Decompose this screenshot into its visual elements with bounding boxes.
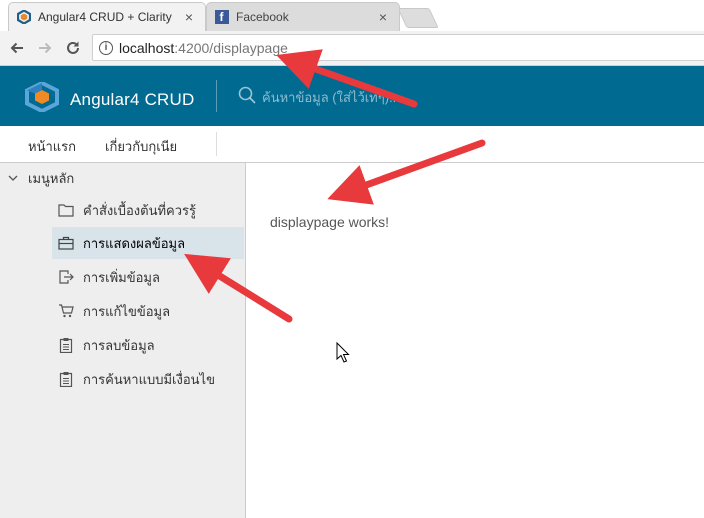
clipboard-icon: [57, 370, 75, 388]
clipboard-icon: [57, 336, 75, 354]
browser-toolbar: i localhost:4200/displaypage: [0, 31, 704, 66]
sidebar-item-label: การเพิ่มข้อมูล: [83, 269, 160, 285]
facebook-icon: f: [215, 10, 229, 24]
new-tab-button[interactable]: [397, 8, 439, 28]
app-header: Angular4 CRUD ค้นหาข้อมูล (ใส่ไว้เท่ๆ)..…: [0, 66, 704, 126]
chevron-down-icon: [8, 173, 22, 185]
url-path: :4200/displaypage: [174, 39, 288, 56]
main-content: displaypage works!: [246, 163, 704, 518]
subnav-link-about[interactable]: เกี่ยวกับกุเนีย: [105, 136, 177, 157]
search-icon: [238, 86, 256, 109]
page-message: displaypage works!: [270, 214, 390, 230]
sidebar-item-label: คำสั่งเบื้องต้นที่ควรรู้: [83, 202, 196, 218]
tab-title: Angular4 CRUD + Clarity: [38, 10, 172, 24]
search-placeholder: ค้นหาข้อมูล (ใส่ไว้เท่ๆ)...: [262, 90, 400, 105]
briefcase-icon: [57, 234, 75, 252]
back-arrow-icon[interactable]: [6, 37, 28, 59]
tab-title: Facebook: [236, 10, 289, 24]
header-divider: [216, 80, 217, 112]
sidebar-item-delete[interactable]: การลบข้อมูล: [52, 329, 244, 361]
sidebar-item-label: การลบข้อมูล: [83, 337, 155, 353]
cart-icon: [57, 302, 75, 320]
clarity-logo-icon: [17, 10, 31, 24]
browser-tab-angular[interactable]: Angular4 CRUD + Clarity ×: [8, 2, 206, 31]
folder-icon: [57, 201, 75, 219]
subnav-divider: [216, 132, 217, 156]
tab-close-icon[interactable]: ×: [375, 9, 391, 25]
sidebar-item-add[interactable]: การเพิ่มข้อมูล: [52, 261, 244, 293]
sidebar-group-main[interactable]: เมนูหลัก: [8, 168, 74, 189]
browser-tab-facebook[interactable]: f Facebook ×: [206, 2, 400, 31]
subnav-link-home[interactable]: หน้าแรก: [28, 136, 76, 157]
sidebar-item-basics[interactable]: คำสั่งเบื้องต้นที่ควรรู้: [52, 194, 244, 226]
subnav: หน้าแรก เกี่ยวกับกุเนีย: [0, 126, 704, 163]
browser-tab-strip: Angular4 CRUD + Clarity × f Facebook ×: [0, 0, 704, 31]
export-icon: [57, 268, 75, 286]
forward-arrow-icon[interactable]: [34, 37, 56, 59]
tab-close-icon[interactable]: ×: [181, 9, 197, 25]
sidebar-item-label: การแสดงผลข้อมูล: [83, 235, 186, 251]
sidebar-group-label: เมนูหลัก: [28, 171, 75, 186]
sidebar-item-display[interactable]: การแสดงผลข้อมูล: [52, 227, 244, 259]
brand[interactable]: Angular4 CRUD: [24, 80, 195, 117]
info-icon[interactable]: i: [99, 40, 113, 55]
brand-title: Angular4 CRUD: [70, 89, 195, 109]
clarity-logo-icon: [24, 80, 60, 117]
sidebar-item-search[interactable]: การค้นหาแบบมีเงื่อนไข: [52, 363, 244, 395]
sidebar-item-label: การค้นหาแบบมีเงื่อนไข: [83, 371, 215, 387]
url-host: localhost: [119, 39, 175, 56]
sidebar-item-edit[interactable]: การแก้ไขข้อมูล: [52, 295, 244, 327]
address-bar[interactable]: i localhost:4200/displaypage: [92, 34, 704, 61]
header-search[interactable]: ค้นหาข้อมูล (ใส่ไว้เท่ๆ)...: [238, 86, 400, 109]
sidebar-item-label: การแก้ไขข้อมูล: [83, 303, 171, 319]
reload-icon[interactable]: [62, 37, 84, 59]
sidebar: เมนูหลัก คำสั่งเบื้องต้นที่ควรรู้ การแสด…: [0, 163, 246, 518]
